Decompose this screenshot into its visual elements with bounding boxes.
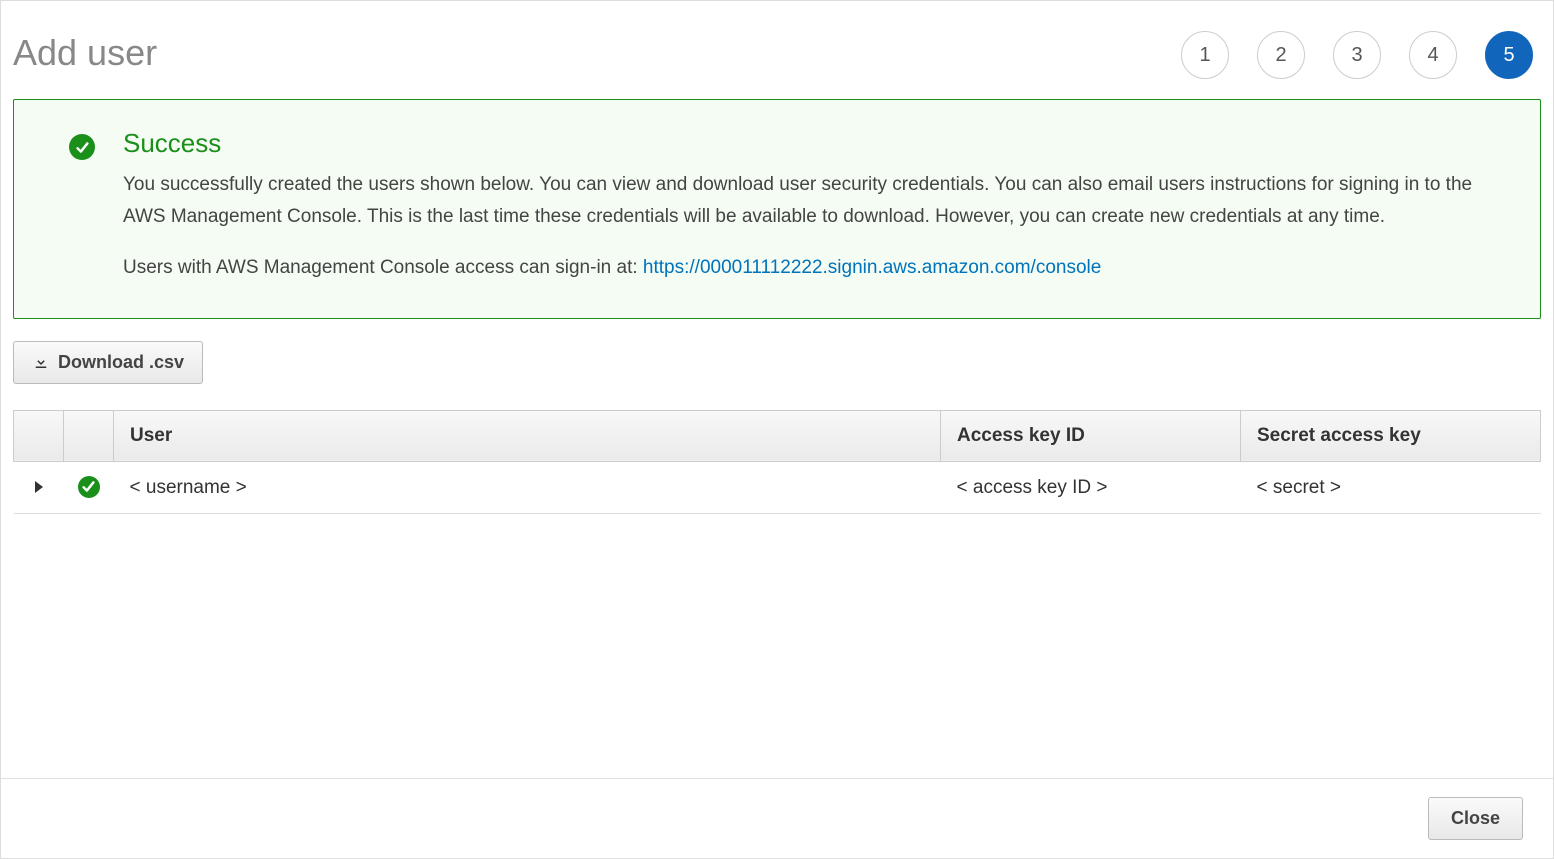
row-status-success-icon xyxy=(78,476,100,498)
close-button[interactable]: Close xyxy=(1428,797,1523,840)
wizard-steps: 1 2 3 4 5 xyxy=(1181,31,1533,79)
table-row: < username > < access key ID > < secret … xyxy=(14,461,1541,514)
page-title: Add user xyxy=(13,32,157,74)
download-csv-label: Download .csv xyxy=(58,352,184,373)
wizard-step-4[interactable]: 4 xyxy=(1409,31,1457,79)
cell-user: < username > xyxy=(114,461,941,514)
col-header-access-key-id[interactable]: Access key ID xyxy=(941,410,1241,461)
download-csv-button[interactable]: Download .csv xyxy=(13,341,203,384)
users-table: User Access key ID Secret access key xyxy=(13,410,1541,515)
wizard-step-3[interactable]: 3 xyxy=(1333,31,1381,79)
alert-signin-prefix: Users with AWS Management Console access… xyxy=(123,257,643,278)
footer-bar: Close xyxy=(1,778,1553,858)
wizard-step-2[interactable]: 2 xyxy=(1257,31,1305,79)
alert-signin-line: Users with AWS Management Console access… xyxy=(123,252,1506,284)
wizard-step-5[interactable]: 5 xyxy=(1485,31,1533,79)
col-header-status xyxy=(64,410,114,461)
download-icon xyxy=(32,353,50,371)
wizard-step-1[interactable]: 1 xyxy=(1181,31,1229,79)
signin-url-link[interactable]: https://000011112222.signin.aws.amazon.c… xyxy=(643,257,1101,278)
cell-secret: < secret > xyxy=(1241,461,1541,514)
col-header-user[interactable]: User xyxy=(114,410,941,461)
success-icon xyxy=(69,134,95,284)
alert-title: Success xyxy=(123,128,1506,159)
alert-text-body: You successfully created the users shown… xyxy=(123,169,1506,234)
success-alert: Success You successfully created the use… xyxy=(13,99,1541,319)
expand-row-icon[interactable] xyxy=(35,481,43,493)
col-header-expander xyxy=(14,410,64,461)
cell-access-key-id: < access key ID > xyxy=(941,461,1241,514)
col-header-secret[interactable]: Secret access key xyxy=(1241,410,1541,461)
